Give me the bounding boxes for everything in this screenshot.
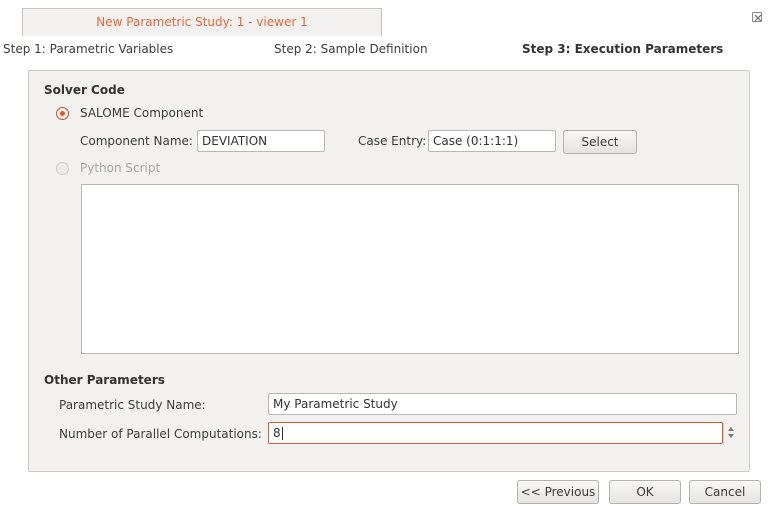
study-name-label: Parametric Study Name:: [59, 398, 206, 412]
solver-code-title: Solver Code: [44, 83, 125, 97]
python-script-radio[interactable]: [56, 162, 69, 175]
parallel-computations-value: 8: [273, 426, 281, 440]
component-name-input[interactable]: DEVIATION: [197, 130, 325, 152]
text-caret: [281, 427, 283, 440]
spin-up-icon[interactable]: [728, 427, 734, 431]
spinbox-arrows[interactable]: [723, 422, 737, 444]
salome-component-radio[interactable]: [56, 107, 69, 120]
other-parameters-title: Other Parameters: [44, 373, 165, 387]
tab-bar: New Parametric Study: 1 - viewer 1: [0, 0, 773, 36]
tab-new-parametric-study[interactable]: New Parametric Study: 1 - viewer 1: [22, 8, 382, 36]
cancel-button[interactable]: Cancel: [689, 480, 761, 504]
ok-button[interactable]: OK: [609, 480, 681, 504]
previous-button[interactable]: << Previous: [517, 480, 599, 504]
python-script-label: Python Script: [80, 161, 161, 175]
study-name-input[interactable]: My Parametric Study: [268, 393, 737, 415]
component-name-label: Component Name:: [80, 134, 193, 148]
step-parametric-variables: Step 1: Parametric Variables: [3, 42, 174, 56]
parallel-computations-label: Number of Parallel Computations:: [59, 427, 262, 441]
step-sample-definition: Step 2: Sample Definition: [274, 42, 428, 56]
tab-title: New Parametric Study: 1 - viewer 1: [96, 15, 308, 29]
wizard-steps: Step 1: Parametric Variables Step 2: Sam…: [0, 40, 773, 62]
close-icon[interactable]: [752, 12, 762, 22]
case-entry-input[interactable]: Case (0:1:1:1): [428, 130, 556, 152]
step-execution-parameters: Step 3: Execution Parameters: [522, 42, 724, 56]
python-script-editor[interactable]: [81, 184, 739, 354]
select-button[interactable]: Select: [563, 130, 637, 154]
execution-parameters-panel: Solver Code SALOME Component Component N…: [28, 70, 750, 472]
spin-down-icon[interactable]: [728, 434, 734, 438]
case-entry-label: Case Entry:: [358, 134, 427, 148]
parametric-study-window: New Parametric Study: 1 - viewer 1 Step …: [0, 0, 773, 506]
parallel-computations-input[interactable]: 8: [268, 422, 723, 444]
salome-component-label: SALOME Component: [80, 106, 204, 120]
